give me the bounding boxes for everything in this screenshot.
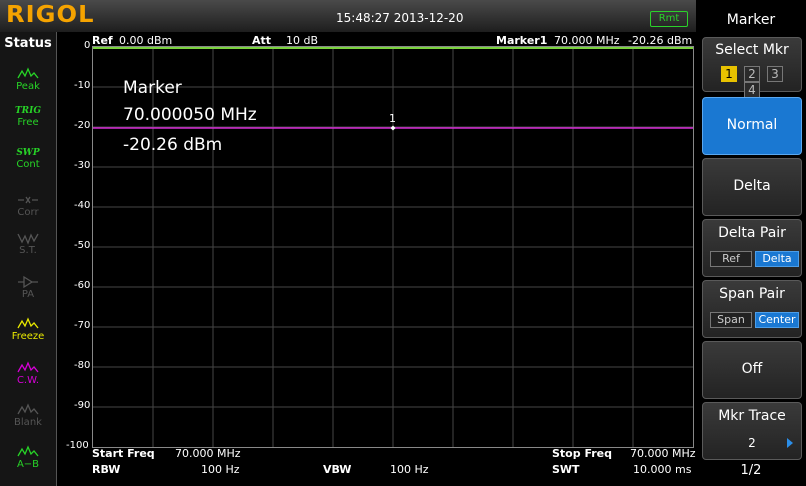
rbw-label: RBW: [92, 463, 121, 476]
delta-pair-delta: Delta: [755, 251, 799, 267]
spectrum-analyzer-screen: RIGOL 15:48:27 2013-12-20 Rmt Status Pea…: [0, 0, 806, 486]
status-item-label: Blank: [14, 417, 42, 428]
pa-icon: [0, 274, 56, 290]
status-item-free: TRIG Free: [0, 104, 56, 128]
span-pair-toggle: Span Center: [710, 312, 799, 328]
off-label: Off: [741, 361, 763, 377]
start-freq-value: 70.000 MHz: [175, 447, 241, 460]
rbw-value: 100 Hz: [201, 463, 240, 476]
select-mkr-label: Select Mkr: [715, 42, 789, 58]
marker-point: [390, 125, 396, 131]
swt-label: SWT: [552, 463, 580, 476]
rigol-logo: RIGOL: [6, 2, 95, 28]
status-item-peak: Peak: [0, 66, 56, 92]
status-item-ab: A−B: [0, 444, 56, 470]
span-pair-softkey[interactable]: Span Pair Span Center: [702, 280, 802, 338]
corr-icon: [0, 192, 56, 208]
status-item-label: Freeze: [11, 331, 45, 342]
stop-freq-label: Stop Freq: [552, 447, 613, 460]
remote-badge: Rmt: [650, 11, 688, 27]
marker-readout-freq: 70.000050 MHz: [123, 105, 257, 125]
peak-icon: [0, 66, 56, 82]
normal-softkey[interactable]: Normal: [702, 97, 802, 155]
blank-icon: [0, 402, 56, 418]
status-item-label: Corr: [17, 207, 39, 218]
vbw-label: VBW: [323, 463, 352, 476]
marker-readout-title: Marker: [123, 78, 182, 98]
trig-text: TRIG: [14, 106, 42, 116]
status-item-pa: PA: [0, 274, 56, 300]
status-item-label: Cont: [16, 159, 40, 170]
status-title: Status: [4, 36, 52, 51]
mkr-trace-softkey[interactable]: Mkr Trace 2: [702, 402, 802, 460]
date-time: 15:48:27 2013-12-20: [336, 11, 464, 25]
marker-readout-amp: -20.26 dBm: [123, 135, 223, 155]
mkr-trace-label: Mkr Trace: [718, 408, 786, 424]
marker-number-selector: 1 2 34: [710, 66, 801, 98]
delta-softkey[interactable]: Delta: [702, 158, 802, 216]
normal-label: Normal: [726, 117, 778, 133]
status-item-label: PA: [21, 289, 35, 300]
status-item-label: A−B: [16, 459, 40, 470]
span-pair-span: Span: [710, 312, 752, 328]
delta-label: Delta: [733, 178, 771, 194]
status-item-cw: C.W.: [0, 360, 56, 386]
span-pair-center: Center: [755, 312, 799, 328]
status-item-st: S.T.: [0, 230, 56, 256]
stop-freq-value: 70.000 MHz: [630, 447, 696, 460]
off-softkey[interactable]: Off: [702, 341, 802, 399]
title-bar: RIGOL 15:48:27 2013-12-20 Rmt: [0, 0, 696, 32]
marker-number-option-1[interactable]: 1: [721, 66, 737, 82]
status-item-label: C.W.: [16, 375, 40, 386]
start-freq-label: Start Freq: [92, 447, 155, 460]
status-item-blank: Blank: [0, 402, 56, 428]
st-icon: [0, 230, 56, 246]
status-item-corr: Corr: [0, 192, 56, 218]
freeze-icon: [0, 316, 56, 332]
menu-title: Marker: [726, 12, 776, 28]
cw-icon: [0, 360, 56, 376]
status-bar: Status Peak TRIG Free SWP Cont Corr S.T. PA Free…: [0, 32, 57, 486]
menu-page-indicator[interactable]: 1/2: [702, 463, 800, 478]
select-mkr-softkey[interactable]: Select Mkr 1 2 34: [702, 37, 802, 98]
status-item-label: Free: [17, 117, 39, 128]
marker-number-option-4[interactable]: 4: [744, 82, 760, 98]
marker-number-label: 1: [389, 112, 396, 125]
status-item-label: Peak: [16, 81, 40, 92]
delta-pair-toggle: Ref Delta: [710, 251, 799, 267]
amb-icon: [0, 444, 56, 460]
delta-pair-softkey[interactable]: Delta Pair Ref Delta: [702, 219, 802, 277]
swt-value: 10.000 ms: [633, 463, 692, 476]
arrow-right-icon: [787, 438, 793, 448]
status-item-cont: SWP Cont: [0, 146, 56, 170]
swp-text: SWP: [16, 148, 40, 158]
marker-number-option-2[interactable]: 2: [744, 66, 760, 82]
delta-pair-ref: Ref: [710, 251, 752, 267]
span-pair-label: Span Pair: [719, 286, 785, 302]
vbw-value: 100 Hz: [390, 463, 429, 476]
marker-number-option-3[interactable]: 3: [767, 66, 783, 82]
status-item-freeze: Freeze: [0, 316, 56, 342]
delta-pair-label: Delta Pair: [718, 225, 786, 241]
status-item-label: S.T.: [19, 245, 37, 256]
